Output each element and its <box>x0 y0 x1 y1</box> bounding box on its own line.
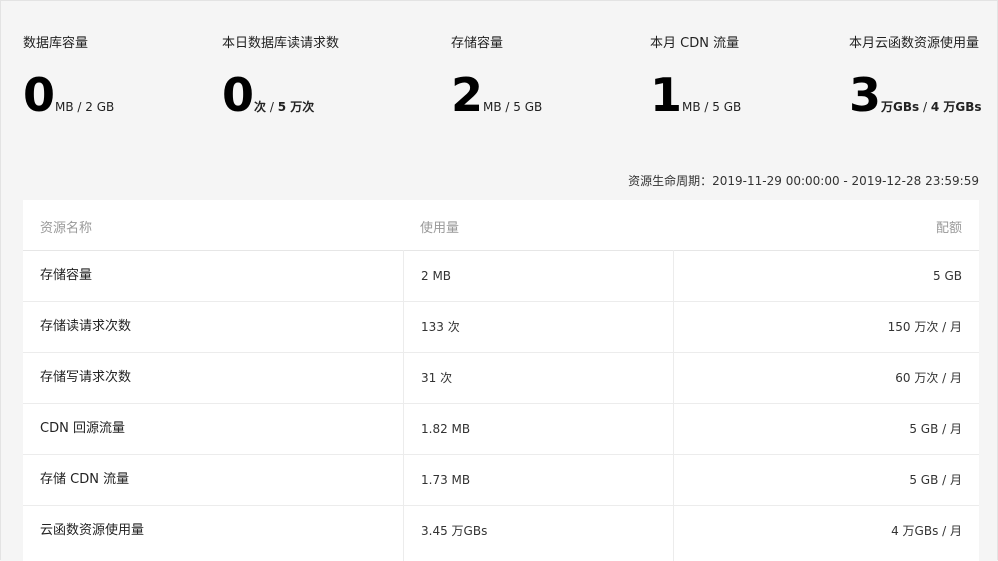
stat-separator: / <box>266 100 278 114</box>
stat-unit-total: 2 GB <box>85 100 115 114</box>
stat-unit-used: 次 <box>254 100 267 114</box>
stat-value: 2 <box>451 68 484 122</box>
cell-usage: 1.82 MB <box>421 422 471 436</box>
cell-quota: 4 万GBs / 月 <box>891 524 962 538</box>
cell-quota: 60 万次 / 月 <box>895 371 962 385</box>
stat-value-group: 1MB / 5 GB <box>650 70 741 120</box>
stat-value-group: 0次 / 5 万次 <box>222 70 314 120</box>
cell-usage: 3.45 万GBs <box>421 524 488 538</box>
table-row: 存储容量 2 MB 5 GB <box>23 251 979 302</box>
table-row: 存储写请求次数 31 次 60 万次 / 月 <box>23 353 979 404</box>
stat-label: 本日数据库读请求数 <box>222 36 340 51</box>
stat-unit-total: 5 GB <box>712 100 742 114</box>
stat-unit-total: 4 万GBs <box>930 100 982 114</box>
cell-name: 存储 CDN 流量 <box>40 472 130 487</box>
table-header: 资源名称 使用量 配额 <box>23 200 979 251</box>
stat-separator: / <box>700 100 713 114</box>
table-row: 存储 CDN 流量 1.73 MB 5 GB / 月 <box>23 455 979 506</box>
stat-value: 3 <box>849 68 882 122</box>
stat-value: 1 <box>650 68 683 122</box>
header-quota: 配额 <box>935 221 962 236</box>
stat-cdn-traffic: 本月 CDN 流量 1MB / 5 GB <box>650 32 741 120</box>
stat-unit-total: 5 万次 <box>277 100 315 114</box>
cell-usage: 31 次 <box>421 371 453 385</box>
cell-quota: 150 万次 / 月 <box>887 320 962 334</box>
stat-unit-used: MB <box>483 100 502 114</box>
cell-name: 云函数资源使用量 <box>40 523 145 538</box>
stat-value: 0 <box>23 68 56 122</box>
stat-value: 0 <box>222 68 255 122</box>
header-usage: 使用量 <box>420 221 460 236</box>
stat-unit-used: MB <box>682 100 701 114</box>
stat-value-group: 0MB / 2 GB <box>23 70 114 120</box>
stat-separator: / <box>919 100 931 114</box>
stat-separator: / <box>73 100 86 114</box>
cell-name: CDN 回源流量 <box>40 421 125 436</box>
resource-lifecycle: 资源生命周期：2019-11-29 00:00:00 - 2019-12-28 … <box>628 174 979 188</box>
stat-db-reads: 本日数据库读请求数 0次 / 5 万次 <box>222 32 340 120</box>
stat-label: 存储容量 <box>451 36 504 51</box>
cell-name: 存储写请求次数 <box>40 370 132 385</box>
stat-label: 本月 CDN 流量 <box>650 36 740 51</box>
stat-db-capacity: 数据库容量 0MB / 2 GB <box>23 32 114 120</box>
stat-cloud-function-usage: 本月云函数资源使用量 3万GBs / 4 万GBs <box>849 32 982 120</box>
cell-usage: 2 MB <box>421 269 452 283</box>
stat-separator: / <box>501 100 514 114</box>
cell-name: 存储读请求次数 <box>40 319 132 334</box>
stat-value-group: 3万GBs / 4 万GBs <box>849 70 982 120</box>
table-row: 云函数资源使用量 3.45 万GBs 4 万GBs / 月 <box>23 506 979 556</box>
table-row: 存储读请求次数 133 次 150 万次 / 月 <box>23 302 979 353</box>
stat-unit-used: 万GBs <box>881 100 920 114</box>
stat-unit-used: MB <box>55 100 74 114</box>
cell-quota: 5 GB <box>933 269 962 283</box>
cell-usage: 1.73 MB <box>421 473 471 487</box>
cell-usage: 133 次 <box>421 320 460 334</box>
stat-unit-total: 5 GB <box>513 100 543 114</box>
stats-overview: 数据库容量 0MB / 2 GB 本日数据库读请求数 0次 / 5 万次 存储容… <box>0 0 998 140</box>
cell-quota: 5 GB / 月 <box>909 473 962 487</box>
cell-quota: 5 GB / 月 <box>909 422 962 436</box>
stat-label: 数据库容量 <box>23 36 89 51</box>
header-name: 资源名称 <box>40 221 93 236</box>
stat-value-group: 2MB / 5 GB <box>451 70 542 120</box>
table-row: CDN 回源流量 1.82 MB 5 GB / 月 <box>23 404 979 455</box>
resource-table: 资源名称 使用量 配额 存储容量 2 MB 5 GB 存储读请求次数 133 次… <box>23 200 979 561</box>
stat-label: 本月云函数资源使用量 <box>849 36 980 51</box>
cell-name: 存储容量 <box>40 268 93 283</box>
stat-storage-capacity: 存储容量 2MB / 5 GB <box>451 32 542 120</box>
